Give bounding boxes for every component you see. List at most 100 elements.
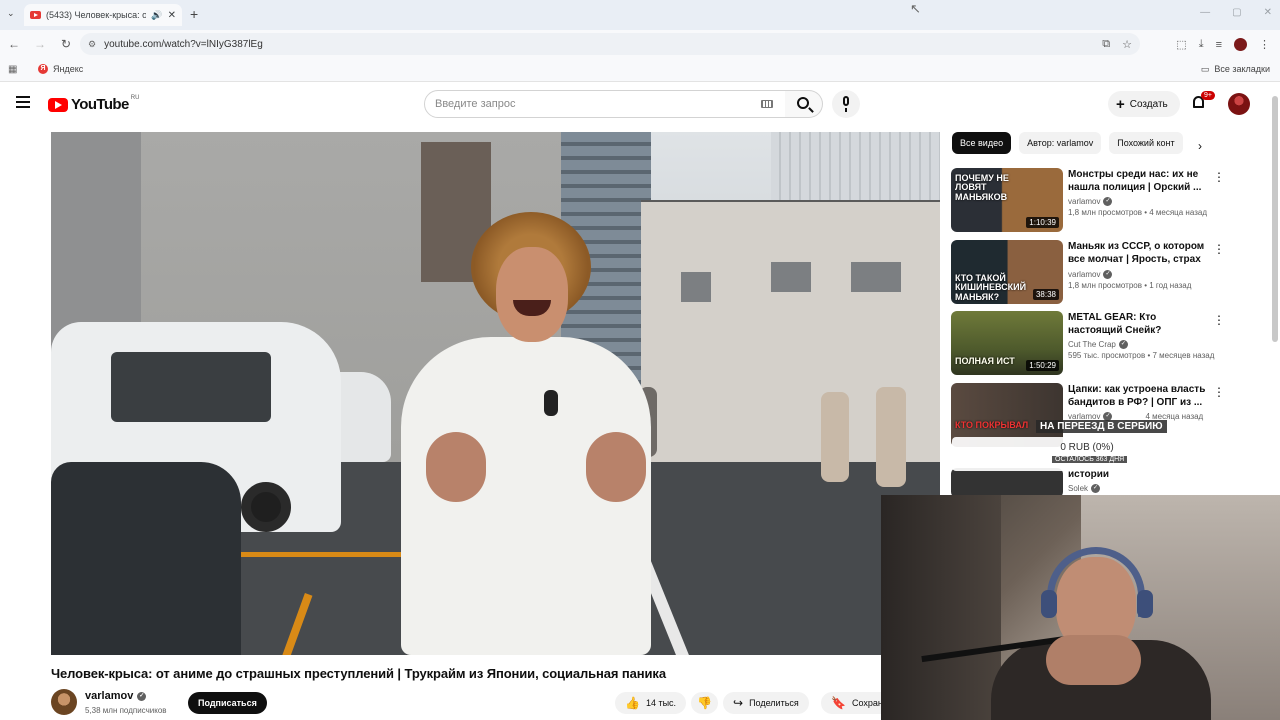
hamburger-menu-icon[interactable] xyxy=(16,96,30,108)
recommendation-thumbnail[interactable]: Полная ист 1:50:29 xyxy=(951,311,1063,375)
donation-goal-overlay: На переезд в Сербию 0 RUB (0%) Осталось … xyxy=(952,420,1222,472)
recommendation-thumbnail[interactable] xyxy=(951,468,1063,496)
youtube-favicon-icon xyxy=(30,11,41,19)
create-button[interactable]: + Создать xyxy=(1108,91,1180,117)
bookmark-star-icon[interactable]: ☆ xyxy=(1122,38,1132,51)
more-options-icon[interactable]: ⋮ xyxy=(1213,313,1225,327)
back-arrow-icon[interactable]: ← xyxy=(2,37,26,51)
search-input[interactable]: Введите запрос xyxy=(424,90,786,118)
install-app-icon[interactable]: ⧉ xyxy=(1102,38,1110,51)
search-icon xyxy=(797,97,809,109)
bookmark-icon: 🔖 xyxy=(831,696,846,710)
recommendation-item[interactable]: Почему не ловят маньяков 1:10:39 Монстры… xyxy=(951,168,1231,234)
thumbnail-text: Кто такой кишиневский маньяк? xyxy=(955,273,1027,302)
window-controls: — ▢ ✕ xyxy=(1200,7,1272,18)
video-title: Человек-крыса: от аниме до страшных прес… xyxy=(51,666,666,681)
recommendation-item[interactable]: Полная ист 1:50:29 METAL GEAR: Кто насто… xyxy=(951,311,1231,377)
create-label: Создать xyxy=(1129,98,1168,110)
verified-check-icon: ✓ xyxy=(1091,484,1101,493)
all-bookmarks[interactable]: ▭ Все закладки xyxy=(1201,64,1270,75)
speaker-icon[interactable]: 🔊 xyxy=(151,10,162,21)
plus-icon: + xyxy=(1116,95,1125,113)
window-close-icon[interactable]: ✕ xyxy=(1264,7,1272,18)
bookmarks-bar: ▦ Я Яндекс ▭ Все закладки xyxy=(0,58,1280,82)
bookmark-yandex[interactable]: Я Яндекс xyxy=(38,64,83,74)
browser-tab-youtube[interactable]: (5433) Человек-крыса: от 🔊 ✕ xyxy=(24,4,182,26)
page-scrollbar[interactable] xyxy=(1272,96,1278,342)
recommendation-item[interactable]: Кто такой кишиневский маньяк? 38:38 Мань… xyxy=(951,240,1231,306)
maximize-icon[interactable]: ▢ xyxy=(1232,7,1241,18)
youtube-play-logo-icon xyxy=(48,97,68,112)
close-tab-icon[interactable]: ✕ xyxy=(168,10,176,21)
microphone-icon xyxy=(843,96,849,112)
minimize-icon[interactable]: — xyxy=(1200,7,1210,18)
youtube-logo[interactable]: YouTube RU xyxy=(48,94,140,113)
webcam-overlay xyxy=(881,495,1280,720)
url-field[interactable]: ⚙ youtube.com/watch?v=lNIyG387lEg ⧉ ☆ xyxy=(80,33,1140,55)
verified-check-icon: ✓ xyxy=(1118,340,1128,349)
apps-grid-icon[interactable]: ▦ xyxy=(8,64,17,75)
video-duration: 38:38 xyxy=(1032,289,1059,300)
logo-region: RU xyxy=(130,94,140,101)
mouse-cursor-icon: ↖ xyxy=(910,1,921,16)
chevron-right-icon[interactable]: › xyxy=(1198,139,1202,153)
bookmark-yandex-label: Яндекс xyxy=(53,64,84,74)
verified-check-icon: ✓ xyxy=(137,691,147,701)
search-button[interactable] xyxy=(785,90,823,118)
subscribe-button[interactable]: Подписаться xyxy=(188,692,267,714)
chip-all-videos[interactable]: Все видео xyxy=(952,132,1012,154)
notifications-button[interactable]: 9+ xyxy=(1193,91,1215,110)
recommendation-channel: Cut The Crap xyxy=(1068,340,1116,349)
media-control-icon[interactable]: ≡ xyxy=(1216,39,1222,51)
downloads-icon[interactable]: ⤓ xyxy=(1199,38,1204,51)
share-arrow-icon: ↪ xyxy=(733,696,744,710)
tab-search-dropdown-icon[interactable]: ⌄ xyxy=(7,8,15,19)
recommendation-meta: 1,8 млн просмотров • 1 год назад xyxy=(1068,281,1192,290)
all-bookmarks-label: Все закладки xyxy=(1214,64,1270,74)
keyboard-icon[interactable] xyxy=(761,100,773,108)
reload-icon[interactable]: ↻ xyxy=(54,37,78,51)
video-duration: 1:10:39 xyxy=(1026,217,1059,228)
logo-text: YouTube xyxy=(71,96,129,113)
filter-chips: Все видео Автор: varlamov Похожий конт xyxy=(952,132,1190,154)
recommendation-meta: 595 тыс. просмотров • 7 месяцев назад xyxy=(1068,351,1215,360)
thumbs-up-icon: 👍 xyxy=(625,696,640,710)
chip-author[interactable]: Автор: varlamov xyxy=(1019,132,1102,154)
video-player[interactable] xyxy=(51,132,940,655)
recommendation-title: Монстры среди нас: их не нашла полиция |… xyxy=(1068,169,1202,193)
recommendation-title: Цапки: как устроена власть бандитов в РФ… xyxy=(1068,384,1206,408)
new-tab-icon[interactable]: + xyxy=(190,6,198,22)
more-options-icon[interactable]: ⋮ xyxy=(1213,170,1225,184)
url-text: youtube.com/watch?v=lNIyG387lEg xyxy=(104,38,263,50)
recommendation-title: Маньяк из СССР, о котором все молчат | Я… xyxy=(1068,241,1205,265)
recommendation-thumbnail[interactable]: Кто такой кишиневский маньяк? 38:38 xyxy=(951,240,1063,304)
donation-days-left: Осталось 363 дня xyxy=(1052,456,1128,463)
dislike-button[interactable]: 👎 xyxy=(691,692,718,714)
thumbnail-text: Почему не ловят маньяков xyxy=(955,173,1009,202)
chip-related[interactable]: Похожий конт xyxy=(1109,132,1183,154)
share-label: Поделиться xyxy=(749,698,799,708)
recommendation-meta: 1,8 млн просмотров • 4 месяца назад xyxy=(1068,208,1207,217)
browser-menu-icon[interactable]: ⋮ xyxy=(1259,38,1270,51)
forward-arrow-icon[interactable]: → xyxy=(28,37,52,51)
browser-tab-strip: ⌄ (5433) Человек-крыса: от 🔊 ✕ + ↖ — ▢ ✕ xyxy=(0,0,1280,30)
more-options-icon[interactable]: ⋮ xyxy=(1213,242,1225,256)
extensions-icon[interactable]: ⬚ xyxy=(1176,38,1186,51)
like-count: 14 тыс. xyxy=(645,698,677,708)
profile-avatar[interactable] xyxy=(1234,38,1247,51)
more-options-icon[interactable]: ⋮ xyxy=(1213,385,1225,399)
channel-name-link[interactable]: varlamov ✓ xyxy=(85,690,147,702)
voice-search-button[interactable] xyxy=(832,90,860,118)
account-avatar[interactable] xyxy=(1228,93,1250,115)
search-placeholder: Введите запрос xyxy=(435,98,516,110)
recommendation-title: METAL GEAR: Кто настоящий Снейк? xyxy=(1068,312,1162,336)
site-info-icon[interactable]: ⚙ xyxy=(88,39,96,50)
save-button[interactable]: 🔖 Сохран xyxy=(821,692,881,714)
like-button[interactable]: 👍 14 тыс. xyxy=(615,692,687,714)
verified-check-icon: ✓ xyxy=(1103,197,1113,206)
channel-avatar[interactable] xyxy=(51,689,77,715)
verified-check-icon: ✓ xyxy=(1103,270,1113,279)
recommendation-thumbnail[interactable]: Почему не ловят маньяков 1:10:39 xyxy=(951,168,1063,232)
save-label: Сохран xyxy=(851,698,881,708)
share-button[interactable]: ↪ Поделиться xyxy=(723,692,809,714)
